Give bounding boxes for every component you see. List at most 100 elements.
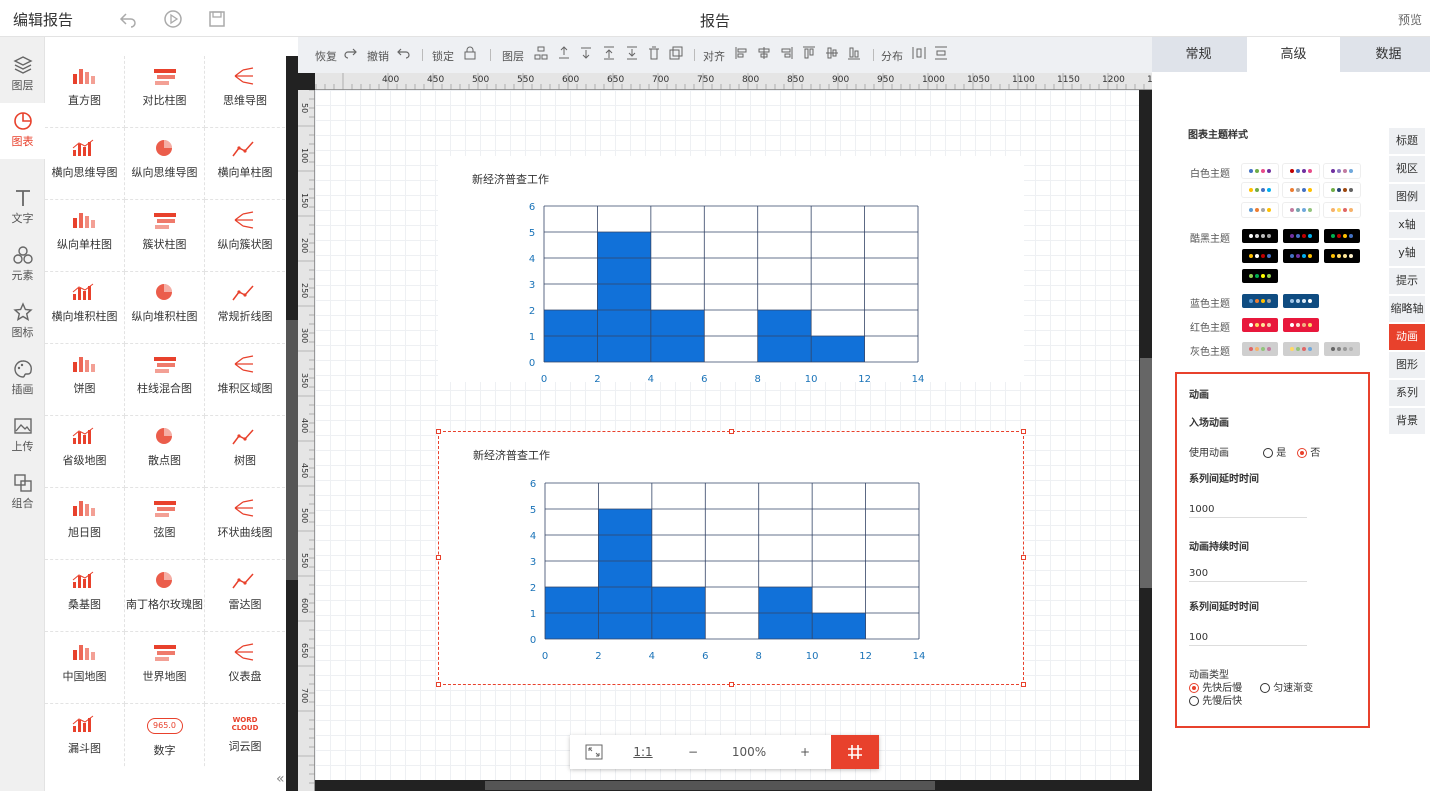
undo-icon[interactable] <box>118 9 138 29</box>
theme-swatch[interactable] <box>1242 183 1278 197</box>
palette-item-pie[interactable]: 饼图 <box>45 344 125 416</box>
undo-label[interactable]: 撤销 <box>367 48 389 64</box>
zoom-in-button[interactable]: + <box>780 735 830 769</box>
nav-layers[interactable]: 图层 <box>0 47 45 103</box>
theme-swatch[interactable] <box>1283 294 1319 308</box>
palette-item-province-map[interactable]: 省级地图 <box>45 416 125 488</box>
theme-swatch[interactable] <box>1283 203 1319 217</box>
palette-item-scatter[interactable]: 散点图 <box>125 416 205 488</box>
theme-swatch[interactable] <box>1242 269 1278 283</box>
palette-item-radar[interactable]: 雷达图 <box>205 560 285 632</box>
send-back-icon[interactable] <box>625 46 639 60</box>
side-tab-1[interactable]: 视区 <box>1389 156 1425 182</box>
play-icon[interactable] <box>163 9 183 29</box>
align-top-icon[interactable] <box>802 46 816 60</box>
theme-swatch[interactable] <box>1242 203 1278 217</box>
nav-palette[interactable]: 插画 <box>0 351 45 407</box>
theme-swatch[interactable] <box>1283 229 1319 243</box>
theme-swatch[interactable] <box>1283 342 1319 356</box>
palette-item-world-map[interactable]: 世界地图 <box>125 632 205 704</box>
redo-icon[interactable] <box>343 46 357 60</box>
side-tab-3[interactable]: x轴 <box>1389 212 1425 238</box>
theme-swatch[interactable] <box>1324 229 1360 243</box>
radio-ease-in[interactable] <box>1189 696 1199 706</box>
redo-label[interactable]: 恢复 <box>315 48 337 64</box>
theme-swatch[interactable] <box>1324 203 1360 217</box>
lock-icon[interactable] <box>463 46 477 60</box>
send-backward-icon[interactable] <box>579 46 593 60</box>
actual-size-button[interactable]: 1:1 <box>618 735 668 769</box>
zoom-out-button[interactable]: − <box>668 735 718 769</box>
theme-swatch[interactable] <box>1242 318 1278 332</box>
resize-handle[interactable] <box>436 682 441 687</box>
theme-swatch[interactable] <box>1283 318 1319 332</box>
align-middle-icon[interactable] <box>825 46 839 60</box>
align-center-h-icon[interactable] <box>757 46 771 60</box>
tab-general[interactable]: 常规 <box>1152 37 1245 72</box>
palette-item-chord[interactable]: 弦图 <box>125 488 205 560</box>
theme-swatch[interactable] <box>1242 229 1278 243</box>
delete-icon[interactable] <box>647 46 661 60</box>
nav-star[interactable]: 图标 <box>0 294 45 350</box>
use-animation-no[interactable]: 否 <box>1297 444 1320 459</box>
theme-swatch[interactable] <box>1242 164 1278 178</box>
side-tab-6[interactable]: 缩略轴 <box>1389 296 1425 322</box>
tab-advanced[interactable]: 高级 <box>1247 37 1340 72</box>
palette-item-v-cluster[interactable]: 纵向簇状图 <box>205 200 285 272</box>
side-tab-5[interactable]: 提示 <box>1389 268 1425 294</box>
theme-swatch[interactable] <box>1283 249 1319 263</box>
palette-item-tree[interactable]: 树图 <box>205 416 285 488</box>
palette-item-gauge[interactable]: 仪表盘 <box>205 632 285 704</box>
side-tab-9[interactable]: 系列 <box>1389 380 1425 406</box>
palette-item-sankey[interactable]: 桑基图 <box>45 560 125 632</box>
theme-swatch[interactable] <box>1324 249 1360 263</box>
type-option-linear[interactable]: 匀速渐变 <box>1260 679 1313 694</box>
chart-widget-2-selected[interactable]: 新经济普查工作 0 1 2 3 4 5 6 0 2 4 6 8 10 12 14 <box>438 431 1024 685</box>
palette-item-sunburst[interactable]: 旭日图 <box>45 488 125 560</box>
series-delay-2-input[interactable]: 100 <box>1189 630 1307 646</box>
theme-swatch[interactable] <box>1242 249 1278 263</box>
theme-swatch[interactable] <box>1242 342 1278 356</box>
nav-image-upload[interactable]: 上传 <box>0 408 45 464</box>
palette-item-line[interactable]: 常规折线图 <box>205 272 285 344</box>
side-tab-2[interactable]: 图例 <box>1389 184 1425 210</box>
resize-handle[interactable] <box>729 682 734 687</box>
lock-label[interactable]: 锁定 <box>432 48 454 64</box>
theme-swatch[interactable] <box>1283 164 1319 178</box>
tab-data[interactable]: 数据 <box>1342 37 1430 72</box>
nav-text[interactable]: 文字 <box>0 180 45 236</box>
radio-linear[interactable] <box>1260 683 1270 693</box>
palette-item-ring-curve[interactable]: 环状曲线图 <box>205 488 285 560</box>
palette-item-v-stack[interactable]: 纵向堆积柱图 <box>125 272 205 344</box>
theme-swatch[interactable] <box>1324 342 1360 356</box>
side-tab-0[interactable]: 标题 <box>1389 128 1425 154</box>
palette-item-funnel[interactable]: 漏斗图 <box>45 704 125 768</box>
align-bottom-icon[interactable] <box>847 46 861 60</box>
resize-handle[interactable] <box>729 429 734 434</box>
chart-widget-1[interactable]: 新经济普查工作 0 1 2 3 4 5 6 0 2 4 6 8 10 12 14 <box>438 156 1024 382</box>
use-animation-yes[interactable]: 是 <box>1263 444 1286 459</box>
resize-handle[interactable] <box>1021 682 1026 687</box>
series-delay-input[interactable]: 1000 <box>1189 502 1307 518</box>
palette-item-number[interactable]: 965.0 数字 <box>125 704 205 768</box>
palette-item-mind-map[interactable]: 思维导图 <box>205 56 285 128</box>
theme-swatch[interactable] <box>1283 183 1319 197</box>
resize-handle[interactable] <box>1021 555 1026 560</box>
palette-item-nightingale-rose[interactable]: 南丁格尔玫瑰图 <box>125 560 205 632</box>
nav-shapes[interactable]: 元素 <box>0 237 45 293</box>
grid-toggle-button[interactable] <box>831 735 879 769</box>
bring-front-icon[interactable] <box>602 46 616 60</box>
theme-swatch[interactable] <box>1242 294 1278 308</box>
type-option-ease-in[interactable]: 先慢后快 <box>1189 692 1242 707</box>
distribute-h-icon[interactable] <box>912 46 926 60</box>
palette-item-china-map[interactable]: 中国地图 <box>45 632 125 704</box>
canvas-hscrollbar-thumb[interactable] <box>485 781 935 790</box>
palette-item-h-bar[interactable]: 横向单柱图 <box>205 128 285 200</box>
palette-item-h-mind-map[interactable]: 横向思维导图 <box>45 128 125 200</box>
undo-arrow-icon[interactable] <box>397 46 411 60</box>
theme-swatch[interactable] <box>1324 164 1360 178</box>
palette-item-h-stack[interactable]: 横向堆积柱图 <box>45 272 125 344</box>
side-tab-4[interactable]: y轴 <box>1389 240 1425 266</box>
resize-handle[interactable] <box>436 429 441 434</box>
palette-item-word-cloud[interactable]: WORD CLOUD 词云图 <box>205 704 285 768</box>
